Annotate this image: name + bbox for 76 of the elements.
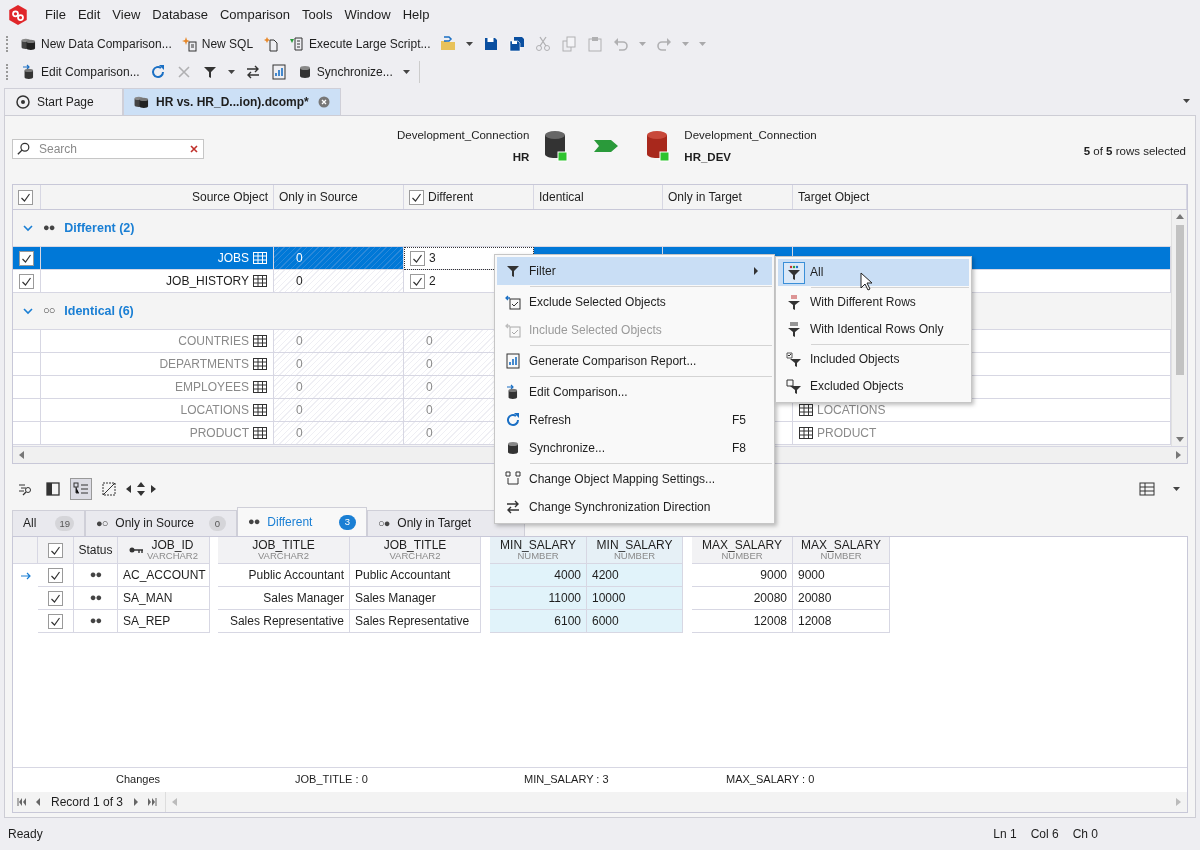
- count-badge: 3: [339, 514, 356, 530]
- object-name: LOCATIONS: [180, 402, 249, 418]
- table-cell: 12008: [793, 610, 890, 633]
- table-cell: Sales Manager: [218, 587, 350, 610]
- column-type: NUMBER: [613, 551, 656, 562]
- table-cell: Sales Representative: [218, 610, 350, 633]
- column-type: VARCHAR2: [389, 551, 441, 562]
- count-badge: 19: [55, 516, 74, 531]
- table-cell: 0: [274, 422, 404, 445]
- summary-label: Changes: [114, 773, 161, 787]
- table-cell: 9000: [692, 564, 793, 587]
- table-cell: 0: [274, 270, 404, 293]
- column-type: VARCHAR2: [147, 551, 198, 562]
- connection-name: Development_Connection: [684, 128, 817, 143]
- cell-text: 2: [429, 273, 436, 289]
- column-title: JOB_TITLE: [252, 538, 315, 552]
- count-badge: 0: [209, 516, 226, 531]
- status-text: Ln 1: [993, 826, 1017, 842]
- status-dots: ●●: [43, 221, 55, 235]
- column-title: JOB_ID: [151, 538, 194, 552]
- column-type: NUMBER: [820, 551, 862, 562]
- column-type: VARCHAR2: [258, 551, 309, 562]
- connection-name: Development_Connection: [397, 128, 530, 143]
- column-title: MAX_SALARY: [702, 538, 782, 552]
- table-cell: 6100: [490, 610, 587, 633]
- object-name: JOBS: [217, 250, 249, 266]
- object-name: PRODUCT: [817, 425, 877, 441]
- database-name: HR: [511, 150, 530, 165]
- group-label: Different (2): [64, 220, 135, 236]
- table-cell: 10000: [587, 587, 683, 610]
- table-cell: 0: [274, 353, 404, 376]
- summary-text: MAX_SALARY : 0: [725, 773, 816, 787]
- summary-text: JOB_TITLE : 0: [294, 773, 369, 787]
- table-cell: 0: [274, 376, 404, 399]
- rows-selected-text: 5 of 5 rows selected: [1083, 145, 1186, 159]
- object-name: PRODUCT: [189, 425, 249, 441]
- table-cell: 4200: [587, 564, 683, 587]
- table-cell: 0: [274, 399, 404, 422]
- column-type: NUMBER: [721, 551, 763, 562]
- table-cell: 20080: [793, 587, 890, 610]
- status-dots: ○●: [378, 516, 390, 531]
- column-title: MAX_SALARY: [801, 538, 881, 552]
- table-cell: 0: [274, 247, 404, 270]
- status-dots: ●●: [74, 610, 118, 633]
- status-dots: ○○: [43, 304, 55, 318]
- summary-text: MIN_SALARY : 3: [523, 773, 610, 787]
- table-cell: 12008: [692, 610, 793, 633]
- table-cell: 11000: [490, 587, 587, 610]
- table-cell: 20080: [692, 587, 793, 610]
- group-label: Identical (6): [64, 303, 134, 319]
- cell-text: 3: [429, 250, 436, 266]
- status-text: Ch 0: [1072, 826, 1098, 842]
- status-dots: ●○: [96, 516, 108, 531]
- status-text: Ready: [8, 826, 43, 842]
- column-title: MIN_SALARY: [596, 538, 673, 552]
- object-name: COUNTRIES: [178, 333, 249, 349]
- column-type: NUMBER: [517, 551, 559, 562]
- database-name: HR_DEV: [684, 150, 732, 165]
- column-title: JOB_TITLE: [383, 538, 447, 552]
- table-cell: Public Accountant: [218, 564, 350, 587]
- object-name: EMPLOYEES: [174, 379, 249, 395]
- object-name: JOB_HISTORY: [166, 273, 249, 289]
- status-dots: ●●: [248, 515, 260, 529]
- table-cell: 0: [274, 330, 404, 353]
- status-dots: ●●: [74, 564, 118, 587]
- table-cell: 9000: [793, 564, 890, 587]
- status-dots: ●●: [74, 587, 118, 610]
- shortcut-label: F8: [732, 440, 746, 456]
- table-cell: 4000: [490, 564, 587, 587]
- status-text: Col 6: [1030, 826, 1059, 842]
- column-title: MIN_SALARY: [500, 538, 576, 552]
- record-counter: Record 1 of 3: [51, 794, 124, 810]
- shortcut-label: F5: [732, 412, 746, 428]
- object-name: LOCATIONS: [817, 402, 886, 418]
- object-name: DEPARTMENTS: [159, 356, 249, 372]
- table-cell: 6000: [587, 610, 683, 633]
